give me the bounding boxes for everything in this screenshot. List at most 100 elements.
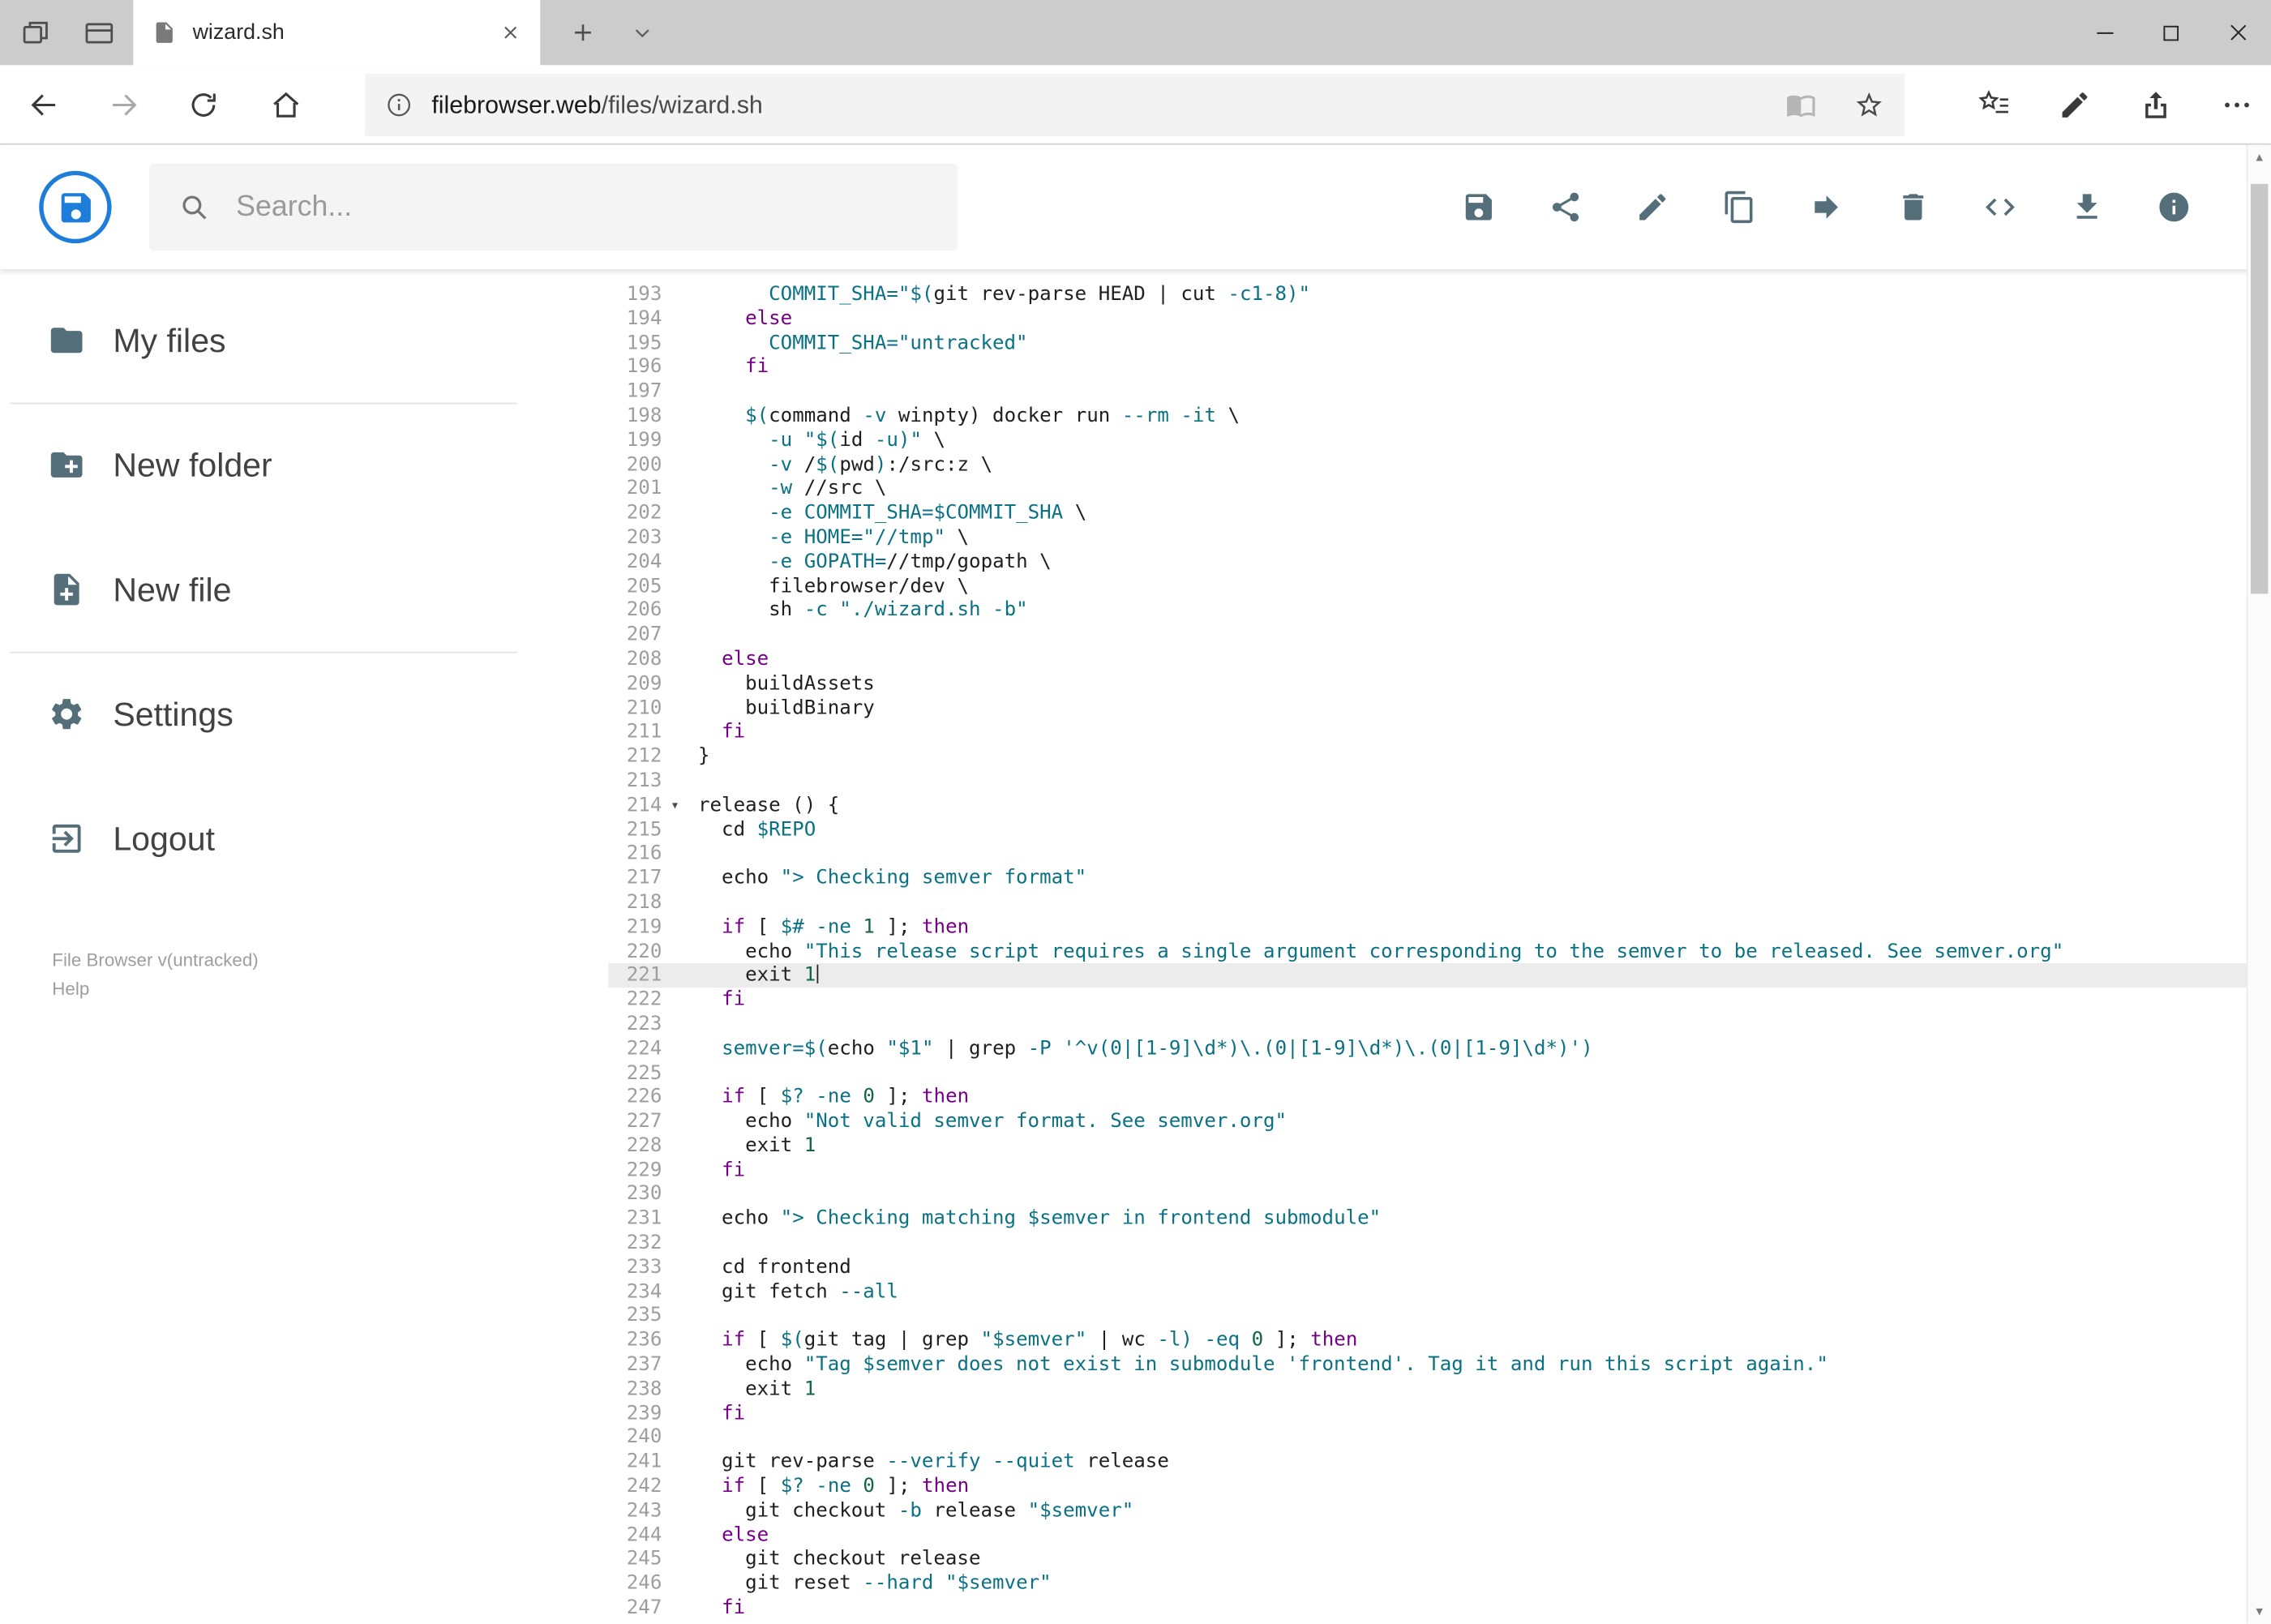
code-line[interactable]: 212} — [608, 744, 2246, 769]
code-line[interactable]: 203 -e HOME="//tmp" \ — [608, 525, 2246, 550]
code-line[interactable]: 229 fi — [608, 1159, 2246, 1183]
code-line[interactable]: 243 git checkout -b release "$semver" — [608, 1499, 2246, 1523]
code-line[interactable]: 235 — [608, 1305, 2246, 1329]
search-box[interactable] — [148, 163, 958, 251]
code-line[interactable]: 244 else — [608, 1523, 2246, 1548]
more-options-icon[interactable] — [2220, 88, 2253, 122]
code-line[interactable]: 237 echo "Tag $semver does not exist in … — [608, 1353, 2246, 1378]
sidebar-item-logout[interactable]: Logout — [0, 776, 608, 901]
scrollbar-thumb[interactable] — [2250, 183, 2269, 594]
line-number: 212 — [626, 744, 662, 769]
code-line[interactable]: 217 echo "> Checking semver format" — [608, 866, 2246, 890]
sidebar-item-my-files[interactable]: My files — [0, 278, 608, 403]
home-button[interactable] — [269, 88, 302, 122]
tab-preview-icon[interactable] — [83, 16, 116, 49]
code-line[interactable]: 222 fi — [608, 988, 2246, 1012]
code-line[interactable]: 198 $(command -v winpty) docker run --rm… — [608, 404, 2246, 428]
hub-favorites-icon[interactable] — [1977, 88, 2010, 122]
code-line[interactable]: 227 echo "Not valid semver format. See s… — [608, 1110, 2246, 1134]
code-line[interactable]: 219 if [ $# -ne 1 ]; then — [608, 915, 2246, 939]
code-line[interactable]: 194 else — [608, 306, 2246, 331]
code-editor[interactable]: 193 COMMIT_SHA="$(git rev-parse HEAD | c… — [608, 269, 2247, 1624]
save-button[interactable] — [1461, 190, 1496, 225]
address-bar-input[interactable]: filebrowser.web/files/wizard.sh — [365, 74, 1905, 136]
code-line[interactable]: 245 git checkout release — [608, 1548, 2246, 1572]
code-line[interactable]: 199 -u "$(id -u)" \ — [608, 428, 2246, 452]
code-line[interactable]: 240 — [608, 1426, 2246, 1450]
download-button[interactable] — [2070, 190, 2105, 225]
code-line[interactable]: 213 — [608, 769, 2246, 793]
code-line[interactable]: 206 sh -c "./wizard.sh -b" — [608, 598, 2246, 623]
new-tab-button[interactable] — [556, 0, 608, 65]
code-line[interactable]: 207 — [608, 623, 2246, 647]
tab-preview-chevron-icon[interactable] — [620, 0, 664, 65]
code-line[interactable]: 224 semver=$(echo "$1" | grep -P '^v(0|[… — [608, 1036, 2246, 1061]
tabs-aside-icon[interactable] — [19, 16, 52, 49]
code-line[interactable]: 196 fi — [608, 355, 2246, 379]
code-line[interactable]: 231 echo "> Checking matching $semver in… — [608, 1207, 2246, 1232]
code-line[interactable]: 214 ▾ release () { — [608, 793, 2246, 817]
edit-button[interactable] — [1635, 190, 1670, 225]
fold-arrow-icon[interactable]: ▾ — [671, 795, 679, 816]
code-line[interactable]: 211 fi — [608, 720, 2246, 744]
code-line[interactable]: 230 — [608, 1183, 2246, 1207]
back-button[interactable] — [28, 88, 61, 122]
code-line[interactable]: 228 exit 1 — [608, 1134, 2246, 1159]
favorite-star-icon[interactable] — [1854, 90, 1885, 121]
scroll-down-arrow-icon[interactable]: ▼ — [2247, 1599, 2271, 1623]
code-line[interactable]: 236 if [ $(git tag | grep "$semver" | wc… — [608, 1329, 2246, 1353]
share-button[interactable] — [1549, 190, 1583, 225]
code-line[interactable]: 197 — [608, 379, 2246, 404]
code-line[interactable]: 241 git rev-parse --verify --quiet relea… — [608, 1450, 2246, 1475]
code-line[interactable]: 209 buildAssets — [608, 671, 2246, 696]
refresh-button[interactable] — [186, 88, 220, 122]
code-line[interactable]: 242 if [ $? -ne 0 ]; then — [608, 1475, 2246, 1499]
code-line[interactable]: 223 — [608, 1012, 2246, 1036]
code-line[interactable]: 225 — [608, 1061, 2246, 1086]
code-line[interactable]: 238 exit 1 — [608, 1378, 2246, 1402]
reading-view-icon[interactable] — [1786, 90, 1817, 121]
code-line[interactable]: 202 -e COMMIT_SHA=$COMMIT_SHA \ — [608, 501, 2246, 525]
code-line[interactable]: 220 echo "This release script requires a… — [608, 939, 2246, 963]
help-link[interactable]: Help — [52, 975, 258, 1004]
delete-button[interactable] — [1896, 190, 1930, 225]
search-input[interactable] — [233, 189, 929, 225]
code-line[interactable]: 221 exit 1 — [608, 963, 2247, 988]
forward-button[interactable] — [107, 88, 140, 122]
code-line[interactable]: 205 filebrowser/dev \ — [608, 574, 2246, 598]
maximize-button[interactable] — [2138, 0, 2205, 65]
move-button[interactable] — [1809, 190, 1844, 225]
code-line[interactable]: 239 fi — [608, 1402, 2246, 1426]
code-line[interactable]: 247 fi — [608, 1596, 2246, 1621]
code-line[interactable]: 215 cd $REPO — [608, 817, 2246, 842]
code-line[interactable]: 204 -e GOPATH=//tmp/gopath \ — [608, 550, 2246, 574]
code-line[interactable]: 226 if [ $? -ne 0 ]; then — [608, 1086, 2246, 1110]
vertical-scrollbar[interactable]: ▲ ▼ — [2246, 144, 2271, 1624]
code-line[interactable]: 201 -w //src \ — [608, 477, 2246, 501]
scroll-up-arrow-icon[interactable]: ▲ — [2247, 145, 2271, 169]
code-line[interactable]: 195 COMMIT_SHA="untracked" — [608, 331, 2246, 355]
code-line[interactable]: 210 buildBinary — [608, 696, 2246, 720]
sidebar-item-new-folder[interactable]: New folder — [0, 403, 608, 528]
code-line[interactable]: 193 COMMIT_SHA="$(git rev-parse HEAD | c… — [608, 282, 2246, 306]
code-view-button[interactable] — [1983, 190, 2018, 225]
code-line[interactable]: 200 -v /$(pwd):/src:z \ — [608, 452, 2246, 477]
sidebar-item-settings[interactable]: Settings — [0, 652, 608, 777]
code-line[interactable]: 208 else — [608, 647, 2246, 671]
code-line[interactable]: 216 — [608, 842, 2246, 866]
sidebar-item-new-file[interactable]: New file — [0, 527, 608, 652]
site-info-icon[interactable] — [385, 92, 413, 119]
close-window-button[interactable] — [2205, 0, 2271, 65]
code-line[interactable]: 232 — [608, 1232, 2246, 1256]
code-line[interactable]: 233 cd frontend — [608, 1256, 2246, 1280]
browser-tab[interactable]: wizard.sh — [133, 0, 541, 66]
tab-close-icon[interactable] — [499, 22, 521, 44]
minimize-button[interactable] — [2071, 0, 2137, 65]
info-button[interactable] — [2157, 190, 2192, 225]
code-line[interactable]: 246 git reset --hard "$semver" — [608, 1572, 2246, 1596]
code-line[interactable]: 234 git fetch --all — [608, 1280, 2246, 1305]
copy-button[interactable] — [1722, 190, 1757, 225]
code-line[interactable]: 218 — [608, 890, 2246, 915]
web-note-pen-icon[interactable] — [2058, 88, 2091, 122]
share-page-icon[interactable] — [2139, 88, 2172, 122]
